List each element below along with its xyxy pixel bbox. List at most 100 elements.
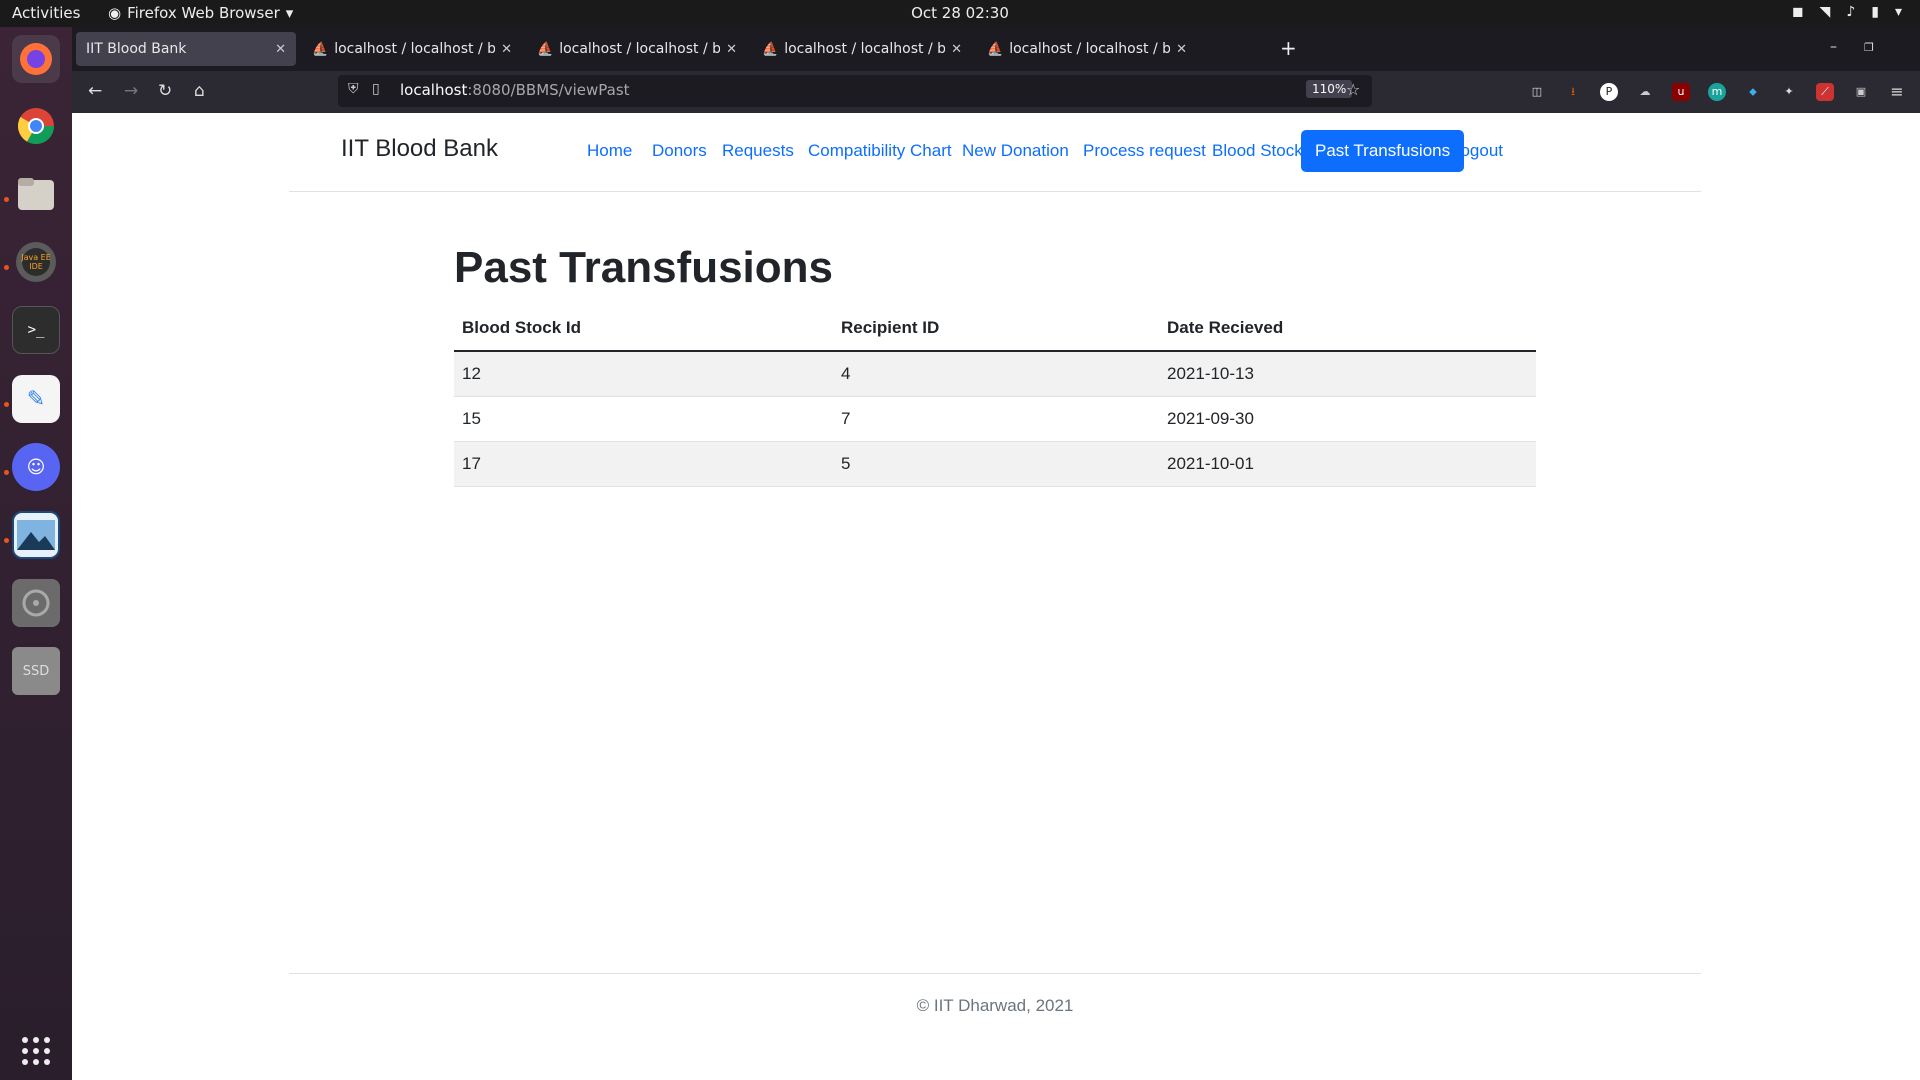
battery-icon: ▮ [1871, 4, 1879, 20]
clock[interactable]: Oct 28 02:30 [0, 4, 1920, 22]
tab-localhost[interactable]: ⛵ localhost / localhost / blo ✕ [977, 32, 1197, 66]
running-indicator [4, 402, 9, 407]
phpmyadmin-icon: ⛵ [987, 41, 1004, 57]
footer-copyright: © IIT Dharwad, 2021 [916, 996, 1074, 1015]
close-icon[interactable]: ✕ [951, 42, 962, 57]
wifi-icon: ◥ [1819, 4, 1831, 20]
nav-new-donation[interactable]: New Donation [948, 130, 1083, 172]
site-footer: © IIT Dharwad, 2021 [289, 973, 1701, 1033]
image-viewer-icon[interactable] [12, 511, 60, 559]
phpmyadmin-icon: ⛵ [762, 41, 779, 57]
page-icon[interactable]: ▯ [372, 81, 380, 97]
text-editor-icon[interactable]: ✎ [12, 375, 60, 423]
tab-localhost[interactable]: ⛵ localhost / localhost / blo ✕ [302, 32, 522, 66]
table-row: 15 7 2021-09-30 [454, 396, 1536, 442]
terminal-icon[interactable]: >_ [12, 306, 60, 354]
url-bar[interactable]: ⛨ ▯ localhost:8080/BBMS/viewPast 110% ☆ [338, 75, 1372, 107]
close-icon[interactable]: ✕ [1176, 42, 1187, 57]
table-row: 17 5 2021-10-01 [454, 441, 1536, 487]
chevron-down-icon: ▾ [1894, 4, 1902, 20]
table-row: 12 4 2021-10-13 [454, 351, 1536, 397]
phpmyadmin-icon: ⛵ [537, 41, 554, 57]
nav-compatibility-chart[interactable]: Compatibility Chart [794, 130, 966, 172]
show-apps-icon[interactable] [12, 1027, 60, 1075]
running-indicator [4, 197, 9, 202]
nav-requests[interactable]: Requests [708, 130, 808, 172]
nav-blood-stock[interactable]: Blood Stock [1198, 130, 1317, 172]
url-path: :8080/BBMS/viewPast [467, 81, 630, 99]
table-cell: 2021-10-01 [1159, 441, 1536, 487]
running-indicator [4, 538, 9, 543]
shield-icon[interactable]: ⛨ [348, 81, 359, 97]
tab-title: localhost / localhost / blo [334, 41, 496, 57]
table-cell: 4 [833, 351, 1159, 397]
extension-red-icon[interactable]: ⟋ [1816, 83, 1834, 101]
discord-tray-icon: ◼ [1791, 4, 1804, 20]
forward-icon[interactable]: → [124, 81, 138, 101]
system-top-bar: Activities ◉ Firefox Web Browser ▾ Oct 2… [0, 0, 1920, 27]
extension-p-icon[interactable]: P [1600, 83, 1618, 101]
transfusions-table: Blood Stock Id Recipient ID Date Recieve… [454, 305, 1536, 487]
new-tab-icon[interactable]: + [1280, 36, 1297, 60]
chrome-icon[interactable] [12, 102, 60, 150]
browser-toolbar: ← → ↻ ⌂ ⛨ ▯ localhost:8080/BBMS/viewPast… [72, 71, 1920, 113]
extension-bird-icon[interactable]: ✦ [1780, 83, 1798, 101]
page-content: IIT Blood Bank Home Donors Requests Comp… [72, 113, 1920, 1080]
svg-text:IDE: IDE [29, 262, 43, 271]
column-header: Date Recieved [1159, 305, 1536, 352]
tab-localhost[interactable]: ⛵ localhost / localhost / blo ✕ [752, 32, 972, 66]
menu-icon[interactable]: ≡ [1888, 83, 1906, 101]
bookmark-star-icon[interactable]: ☆ [1346, 80, 1360, 99]
download-icon[interactable]: ⭳ [1564, 83, 1582, 101]
tab-title: IIT Blood Bank [86, 41, 187, 57]
pocket-icon[interactable]: ◫ [1528, 83, 1546, 101]
nav-logout[interactable]: Logout [1437, 130, 1517, 172]
java-ee-ide-icon[interactable]: Java EE IDE [12, 238, 60, 286]
close-icon[interactable]: ✕ [501, 42, 512, 57]
back-icon[interactable]: ← [88, 81, 102, 101]
running-indicator [4, 470, 9, 475]
table-cell: 15 [454, 396, 833, 442]
url-text[interactable]: localhost:8080/BBMS/viewPast [400, 81, 630, 99]
volume-icon: ♪ [1846, 4, 1856, 20]
tab-localhost[interactable]: ⛵ localhost / localhost / blo ✕ [527, 32, 747, 66]
site-header: IIT Blood Bank Home Donors Requests Comp… [289, 113, 1701, 192]
close-icon[interactable]: ✕ [726, 42, 737, 57]
svg-text:Java EE: Java EE [20, 253, 51, 262]
page-title: Past Transfusions [454, 243, 834, 292]
site-brand[interactable]: IIT Blood Bank [341, 135, 498, 163]
files-icon[interactable] [12, 170, 60, 218]
close-icon[interactable]: ✕ [275, 42, 286, 57]
tab-strip: IIT Blood Bank ✕ ⛵ localhost / localhost… [72, 27, 1920, 71]
column-header: Recipient ID [833, 305, 1159, 352]
system-tray[interactable]: ◼ ◥ ♪ ▮ ▾ [1792, 4, 1902, 20]
disks-icon[interactable] [12, 579, 60, 627]
phpmyadmin-icon: ⛵ [312, 41, 329, 57]
extension-cloud-icon[interactable]: ☁ [1636, 83, 1654, 101]
extension-m-icon[interactable]: m [1708, 83, 1726, 101]
minimize-icon[interactable]: – [1830, 39, 1837, 55]
tab-title: localhost / localhost / blo [559, 41, 721, 57]
nav-home[interactable]: Home [573, 130, 646, 172]
dock: Java EE IDE >_ ✎ ☺ SSD [0, 27, 72, 1080]
discord-icon[interactable]: ☺ [12, 443, 60, 491]
table-cell: 17 [454, 441, 833, 487]
table-header-row: Blood Stock Id Recipient ID Date Recieve… [454, 305, 1536, 352]
extension-pin-icon[interactable]: ⬥ [1744, 83, 1762, 101]
extension-clipboard-icon[interactable]: ▣ [1852, 83, 1870, 101]
tab-title: localhost / localhost / blo [1009, 41, 1171, 57]
reload-icon[interactable]: ↻ [158, 81, 172, 101]
firefox-icon[interactable] [12, 35, 60, 83]
column-header: Blood Stock Id [454, 305, 833, 352]
tab-iit-blood-bank[interactable]: IIT Blood Bank ✕ [76, 32, 296, 66]
running-indicator [4, 265, 9, 270]
ssd-drive-icon[interactable]: SSD [12, 647, 60, 695]
ublock-icon[interactable]: u [1672, 83, 1690, 101]
tab-title: localhost / localhost / blo [784, 41, 946, 57]
table-cell: 2021-09-30 [1159, 396, 1536, 442]
table-cell: 5 [833, 441, 1159, 487]
home-icon[interactable]: ⌂ [194, 81, 205, 101]
url-host: localhost [400, 81, 468, 99]
table-cell: 2021-10-13 [1159, 351, 1536, 397]
maximize-icon[interactable]: ❐ [1864, 41, 1874, 54]
